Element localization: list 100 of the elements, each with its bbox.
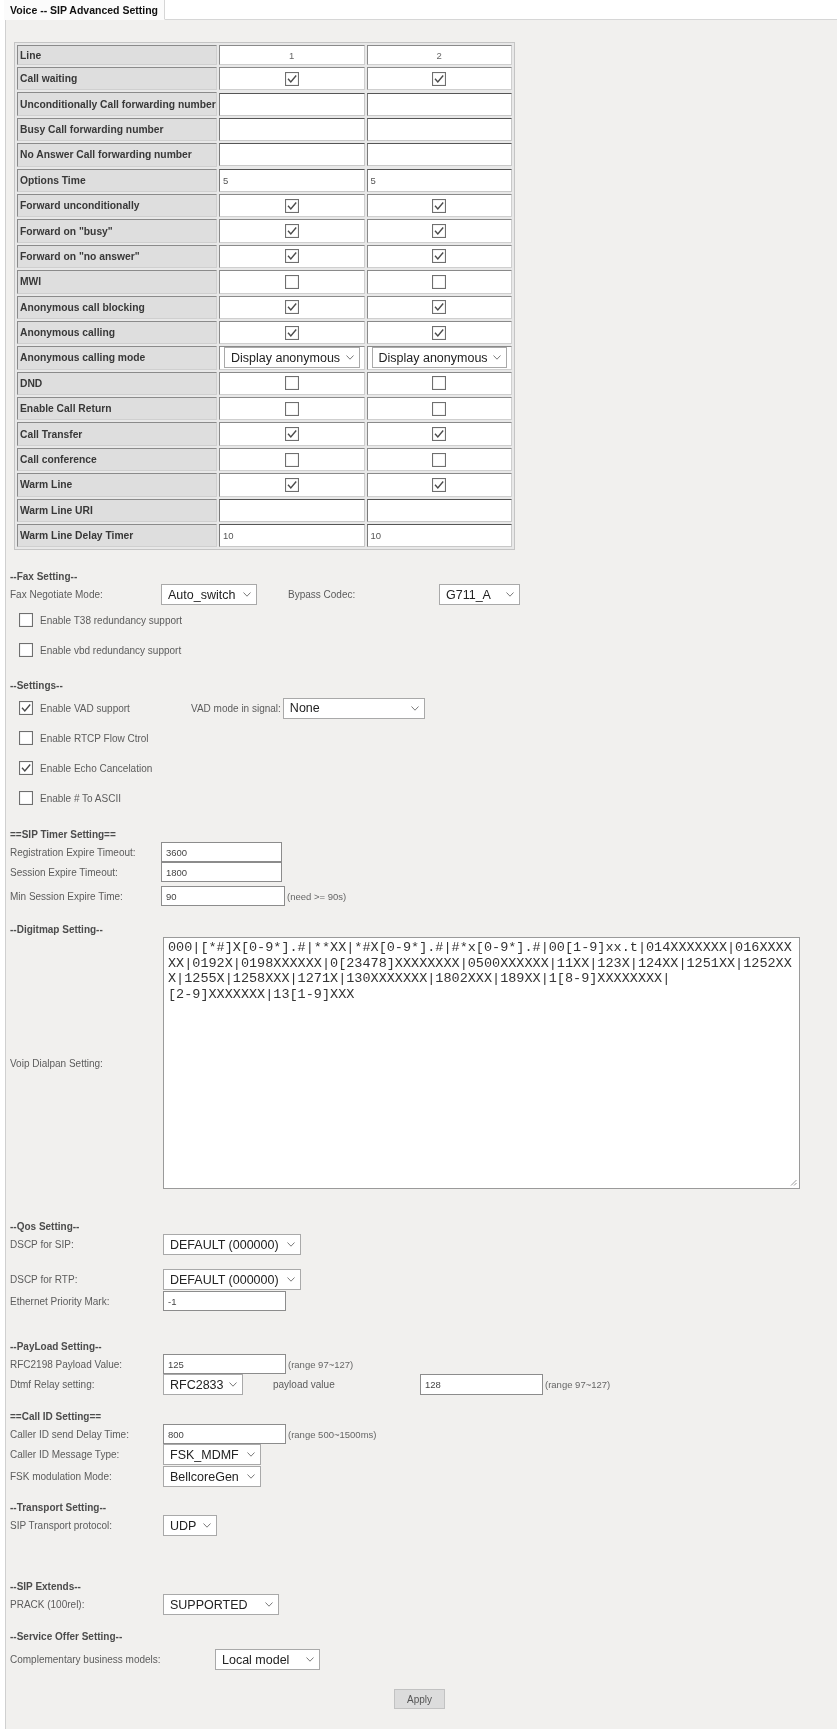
section-title: --SIP Extends--: [10, 1580, 81, 1595]
checkbox[interactable]: [19, 643, 33, 658]
dropdown[interactable]: Display anonymous: [371, 347, 507, 369]
text-input[interactable]: 800: [163, 1424, 286, 1445]
checkbox[interactable]: [284, 452, 299, 467]
checkbox[interactable]: [284, 249, 299, 264]
checkbox[interactable]: [284, 325, 299, 340]
text-input[interactable]: [219, 117, 365, 141]
dropdown[interactable]: FSK_MDMF: [163, 1444, 261, 1466]
checkbox[interactable]: [432, 376, 447, 391]
checkbox[interactable]: [284, 71, 299, 86]
checkbox[interactable]: [432, 300, 447, 315]
section-title: --Digitmap Setting--: [10, 923, 103, 938]
text-input[interactable]: 128: [420, 1374, 543, 1396]
text-input[interactable]: 10: [219, 524, 365, 548]
row-label: Call waiting: [17, 67, 217, 91]
text-input[interactable]: [366, 143, 512, 167]
row-label: Line: [17, 45, 217, 65]
checkbox[interactable]: [19, 701, 33, 716]
row-label: DND: [17, 371, 217, 396]
checkbox[interactable]: [284, 198, 299, 213]
checkbox[interactable]: [432, 427, 447, 442]
row-label: Call Transfer: [17, 422, 217, 446]
text-input[interactable]: 5: [219, 168, 365, 192]
text-input[interactable]: [219, 143, 365, 167]
dropdown[interactable]: DEFAULT (000000): [163, 1269, 301, 1291]
checkbox[interactable]: [432, 249, 447, 264]
text-input[interactable]: 3600: [161, 842, 282, 863]
checkbox[interactable]: [432, 325, 447, 340]
text-input[interactable]: [366, 92, 512, 116]
row-label: Warm Line Delay Timer: [17, 524, 217, 548]
resize-grip-icon[interactable]: [790, 1179, 797, 1187]
dropdown[interactable]: G711_A: [439, 584, 520, 606]
text-input[interactable]: -1: [163, 1291, 286, 1312]
checkbox[interactable]: [284, 401, 299, 416]
row-label: Busy Call forwarding number: [17, 117, 217, 142]
checkbox[interactable]: [284, 477, 299, 492]
section-title: ==SIP Timer Setting==: [10, 828, 116, 843]
checkbox[interactable]: [284, 427, 299, 442]
chevron-down-icon: [506, 592, 514, 598]
checkbox[interactable]: [432, 401, 447, 416]
checkbox[interactable]: [432, 71, 447, 86]
checkbox[interactable]: [284, 224, 299, 239]
row-label: No Answer Call forwarding number: [17, 143, 217, 167]
chevron-down-icon: [287, 1242, 295, 1248]
text-input[interactable]: 5: [366, 168, 512, 192]
row-label: Warm Line URI: [17, 498, 217, 523]
checkbox[interactable]: [284, 274, 299, 289]
text-input[interactable]: [366, 117, 512, 141]
dropdown[interactable]: None: [282, 697, 425, 719]
text-input[interactable]: 1800: [161, 862, 282, 883]
checkbox[interactable]: [432, 274, 447, 289]
row-label: Forward on "no answer": [17, 244, 217, 269]
row-label: Warm Line: [17, 473, 217, 497]
checkbox[interactable]: [19, 761, 33, 776]
dropdown[interactable]: BellcoreGen: [163, 1466, 261, 1488]
checkbox[interactable]: [19, 613, 33, 628]
apply-button[interactable]: Apply: [394, 1689, 445, 1710]
text-input[interactable]: 90: [161, 886, 285, 907]
chevron-down-icon: [287, 1277, 295, 1283]
section-title: --Qos Setting--: [10, 1220, 80, 1235]
checkbox[interactable]: [284, 300, 299, 315]
checkbox[interactable]: [432, 477, 447, 492]
field-label: RFC2198 Payload Value:: [10, 1358, 123, 1370]
section-title: --Settings--: [10, 679, 63, 694]
row-label: Anonymous call blocking: [17, 295, 217, 319]
text-input[interactable]: [366, 498, 512, 522]
dropdown[interactable]: Local model: [215, 1649, 320, 1671]
checkbox[interactable]: [432, 224, 447, 239]
chevron-down-icon: [247, 1474, 255, 1480]
text-input[interactable]: 10: [366, 524, 512, 548]
text-input[interactable]: 125: [163, 1354, 286, 1375]
field-label: Ethernet Priority Mark:: [10, 1295, 110, 1307]
dropdown[interactable]: RFC2833: [163, 1374, 243, 1396]
checkbox[interactable]: [432, 452, 447, 467]
column-header: 2: [366, 45, 512, 65]
checkbox[interactable]: [19, 731, 33, 746]
text-input[interactable]: [219, 92, 365, 116]
text-input[interactable]: [219, 498, 365, 522]
hint-text: (range 500~1500ms): [288, 1428, 377, 1440]
dropdown[interactable]: UDP: [163, 1515, 217, 1537]
hint-text: (need >= 90s): [287, 890, 347, 902]
hint-text: (range 97~127): [288, 1358, 354, 1370]
dialplan-textarea[interactable]: 000|[*#]X[0-9*].#|**XX|*#X[0-9*].#|#*x[0-9*].#|00[1-9]xx.t|014XXXXXXX|016XXXX XX|0192X|0198XXXXXX|0[23478]XXXXXXXX|0500XXXXXX|11XX|123X|124XX|1251XX|1252XX X|1255X|1258XXX|1271X|130XXXXXXX|1802XXX|189XX|1[8-9]XXXXXXXX| [2-9]XXXXXXX|13[1-9]XXX: [163, 937, 800, 1190]
dropdown[interactable]: SUPPORTED: [163, 1594, 279, 1616]
row-label: Options Time: [17, 168, 217, 192]
field-label: PRACK (100rel):: [10, 1599, 85, 1611]
field-label: DSCP for RTP:: [10, 1274, 78, 1286]
checkbox-label: Enable Echo Cancelation: [40, 762, 153, 774]
chevron-down-icon: [345, 355, 354, 361]
checkbox[interactable]: [432, 198, 447, 213]
checkbox[interactable]: [284, 376, 299, 391]
chevron-down-icon: [229, 1382, 237, 1388]
chevron-down-icon: [493, 355, 501, 361]
row-label: Forward unconditionally: [17, 193, 217, 218]
tab[interactable]: Voice -- SIP Advanced Setting: [4, 0, 165, 20]
checkbox[interactable]: [19, 791, 33, 806]
dropdown[interactable]: DEFAULT (000000): [163, 1234, 301, 1256]
dropdown[interactable]: Auto_switch: [161, 584, 257, 606]
dropdown[interactable]: Display anonymous: [224, 347, 360, 369]
